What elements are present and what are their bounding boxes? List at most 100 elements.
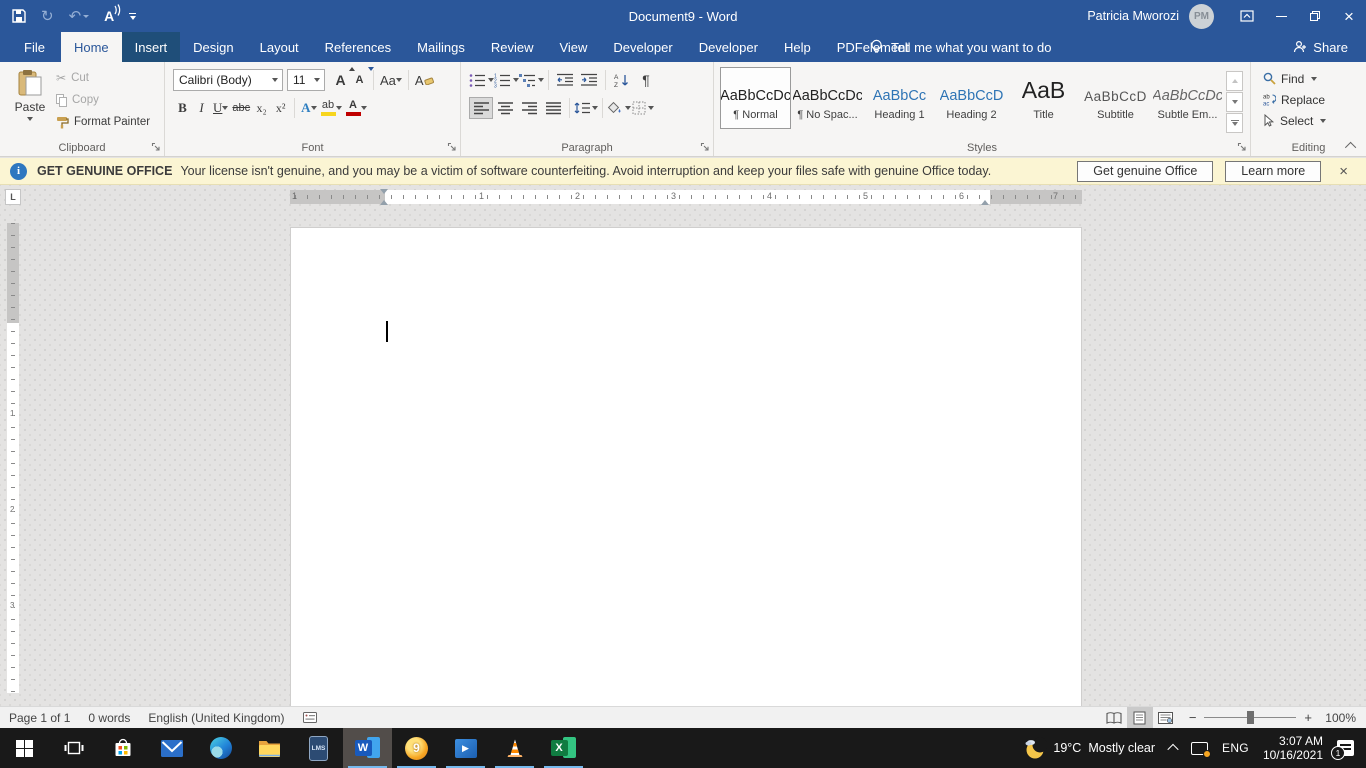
language-indicator[interactable]: ENG [1215, 728, 1256, 768]
avatar[interactable]: PM [1189, 4, 1214, 29]
notice-close-icon[interactable]: × [1339, 163, 1348, 180]
action-center-button[interactable]: 1 [1330, 728, 1366, 768]
ribbon-tab[interactable]: References [312, 32, 404, 62]
macro-record-icon[interactable] [294, 707, 326, 728]
learn-more-button[interactable]: Learn more [1225, 161, 1321, 182]
ribbon-tab[interactable]: View [546, 32, 600, 62]
justify-button[interactable] [541, 97, 565, 119]
microsoft-store-button[interactable] [98, 728, 147, 768]
page-count-status[interactable]: Page 1 of 1 [0, 707, 79, 728]
borders-button[interactable] [631, 97, 655, 119]
save-icon[interactable] [12, 5, 26, 27]
zoom-slider-thumb[interactable] [1247, 711, 1254, 724]
weather-widget[interactable]: 19°CMostly clear [1016, 728, 1162, 768]
line-spacing-button[interactable] [574, 97, 598, 119]
ribbon-tab[interactable]: File [8, 32, 61, 62]
share-button[interactable]: Share [1275, 32, 1366, 62]
get-genuine-office-button[interactable]: Get genuine Office [1077, 161, 1213, 182]
account-user-name[interactable]: Patricia Mworozi [1087, 9, 1179, 23]
word-taskbar-button[interactable]: W [343, 728, 392, 768]
ribbon-tab[interactable]: Mailings [404, 32, 478, 62]
web-layout-icon[interactable] [1153, 707, 1179, 728]
ribbon-tab[interactable]: Design [180, 32, 246, 62]
text-effects-button[interactable]: A [299, 97, 318, 119]
styles-scroll-up-icon[interactable] [1226, 71, 1243, 91]
hanging-indent-marker[interactable] [380, 200, 388, 205]
style-item[interactable]: AaBbCcD Heading 2 [936, 67, 1007, 129]
bullets-button[interactable] [469, 69, 494, 91]
close-button[interactable]: × [1332, 0, 1366, 32]
ribbon-tab[interactable]: Developer [686, 32, 771, 62]
ribbon-tab[interactable]: Layout [247, 32, 312, 62]
font-color-button[interactable]: A [344, 97, 369, 119]
text-highlight-button[interactable]: ab [319, 97, 344, 119]
horizontal-ruler[interactable]: 1 123456 7 [290, 190, 1082, 204]
italic-button[interactable]: I [192, 97, 211, 119]
ribbon-tab[interactable]: Home [61, 32, 122, 62]
style-item[interactable]: AaBbCcDc Subtle Em... [1152, 67, 1223, 129]
lms-app-button[interactable]: LMS [294, 728, 343, 768]
language-status[interactable]: English (United Kingdom) [139, 707, 293, 728]
font-size-combo[interactable]: 11 [287, 69, 325, 91]
show-hide-formatting-button[interactable]: ¶ [634, 69, 658, 91]
bold-button[interactable]: B [173, 97, 192, 119]
superscript-button[interactable]: x² [271, 97, 290, 119]
style-item[interactable]: AaBbCcD Subtitle [1080, 67, 1151, 129]
select-button[interactable]: Select [1263, 110, 1366, 131]
customize-qat-icon[interactable] [129, 5, 136, 27]
find-button[interactable]: Find [1263, 68, 1366, 89]
word-count-status[interactable]: 0 words [79, 707, 139, 728]
ribbon-tab[interactable]: Developer [600, 32, 685, 62]
align-right-button[interactable] [517, 97, 541, 119]
shrink-font-button[interactable]: A [350, 69, 369, 91]
meet-now-tray-icon[interactable] [1184, 728, 1215, 768]
shading-button[interactable] [607, 97, 631, 119]
undo-icon[interactable]: ↶ [69, 5, 90, 27]
vertical-ruler[interactable]: 123 [7, 223, 19, 693]
clock[interactable]: 3:07 AM 10/16/2021 [1256, 728, 1330, 768]
style-item[interactable]: AaBbCc Heading 1 [864, 67, 935, 129]
vlc-taskbar-button[interactable] [490, 728, 539, 768]
document-page[interactable] [290, 227, 1082, 706]
pdfelement-taskbar-button[interactable]: 9 [392, 728, 441, 768]
ribbon-display-options-icon[interactable] [1230, 0, 1264, 32]
ribbon-tab[interactable]: PDFelement [824, 32, 922, 62]
sort-button[interactable]: AZ [610, 69, 634, 91]
styles-dialog-launcher-icon[interactable] [1236, 141, 1248, 153]
restore-button[interactable] [1298, 0, 1332, 32]
multilevel-list-button[interactable] [519, 69, 544, 91]
minimize-button[interactable] [1264, 0, 1298, 32]
numbering-button[interactable]: 123 [494, 69, 519, 91]
cut-button[interactable]: ✂ Cut [56, 69, 150, 87]
font-name-combo[interactable]: Calibri (Body) [173, 69, 283, 91]
print-layout-icon[interactable] [1127, 707, 1153, 728]
tab-stop-selector[interactable]: L [5, 189, 21, 205]
style-item[interactable]: AaB Title [1008, 67, 1079, 129]
subscript-button[interactable]: x₂ [252, 97, 271, 119]
ribbon-tab[interactable]: Help [771, 32, 824, 62]
task-view-button[interactable] [49, 728, 98, 768]
read-mode-icon[interactable] [1101, 707, 1127, 728]
excel-taskbar-button[interactable]: X [539, 728, 588, 768]
zoom-level[interactable]: 100% [1320, 711, 1356, 725]
decrease-indent-button[interactable] [553, 69, 577, 91]
strikethrough-button[interactable]: abc [230, 97, 252, 119]
ribbon-tab[interactable]: Review [478, 32, 547, 62]
increase-indent-button[interactable] [577, 69, 601, 91]
paragraph-dialog-launcher-icon[interactable] [699, 141, 711, 153]
change-case-button[interactable]: Aa [378, 69, 404, 91]
right-indent-marker[interactable] [981, 200, 989, 205]
clipboard-dialog-launcher-icon[interactable] [150, 141, 162, 153]
style-item[interactable]: AaBbCcDc ¶ Normal [720, 67, 791, 129]
tray-overflow-button[interactable] [1162, 728, 1184, 768]
redo-icon[interactable]: ↻ [41, 5, 54, 27]
styles-scroll-down-icon[interactable] [1226, 92, 1243, 112]
read-aloud-icon[interactable]: A [104, 5, 114, 27]
clear-formatting-button[interactable]: A [413, 69, 436, 91]
replace-button[interactable]: abac Replace [1263, 89, 1366, 110]
file-explorer-button[interactable] [245, 728, 294, 768]
format-painter-button[interactable]: Format Painter [56, 113, 150, 131]
font-dialog-launcher-icon[interactable] [446, 141, 458, 153]
style-item[interactable]: AaBbCcDc ¶ No Spac... [792, 67, 863, 129]
align-center-button[interactable] [493, 97, 517, 119]
